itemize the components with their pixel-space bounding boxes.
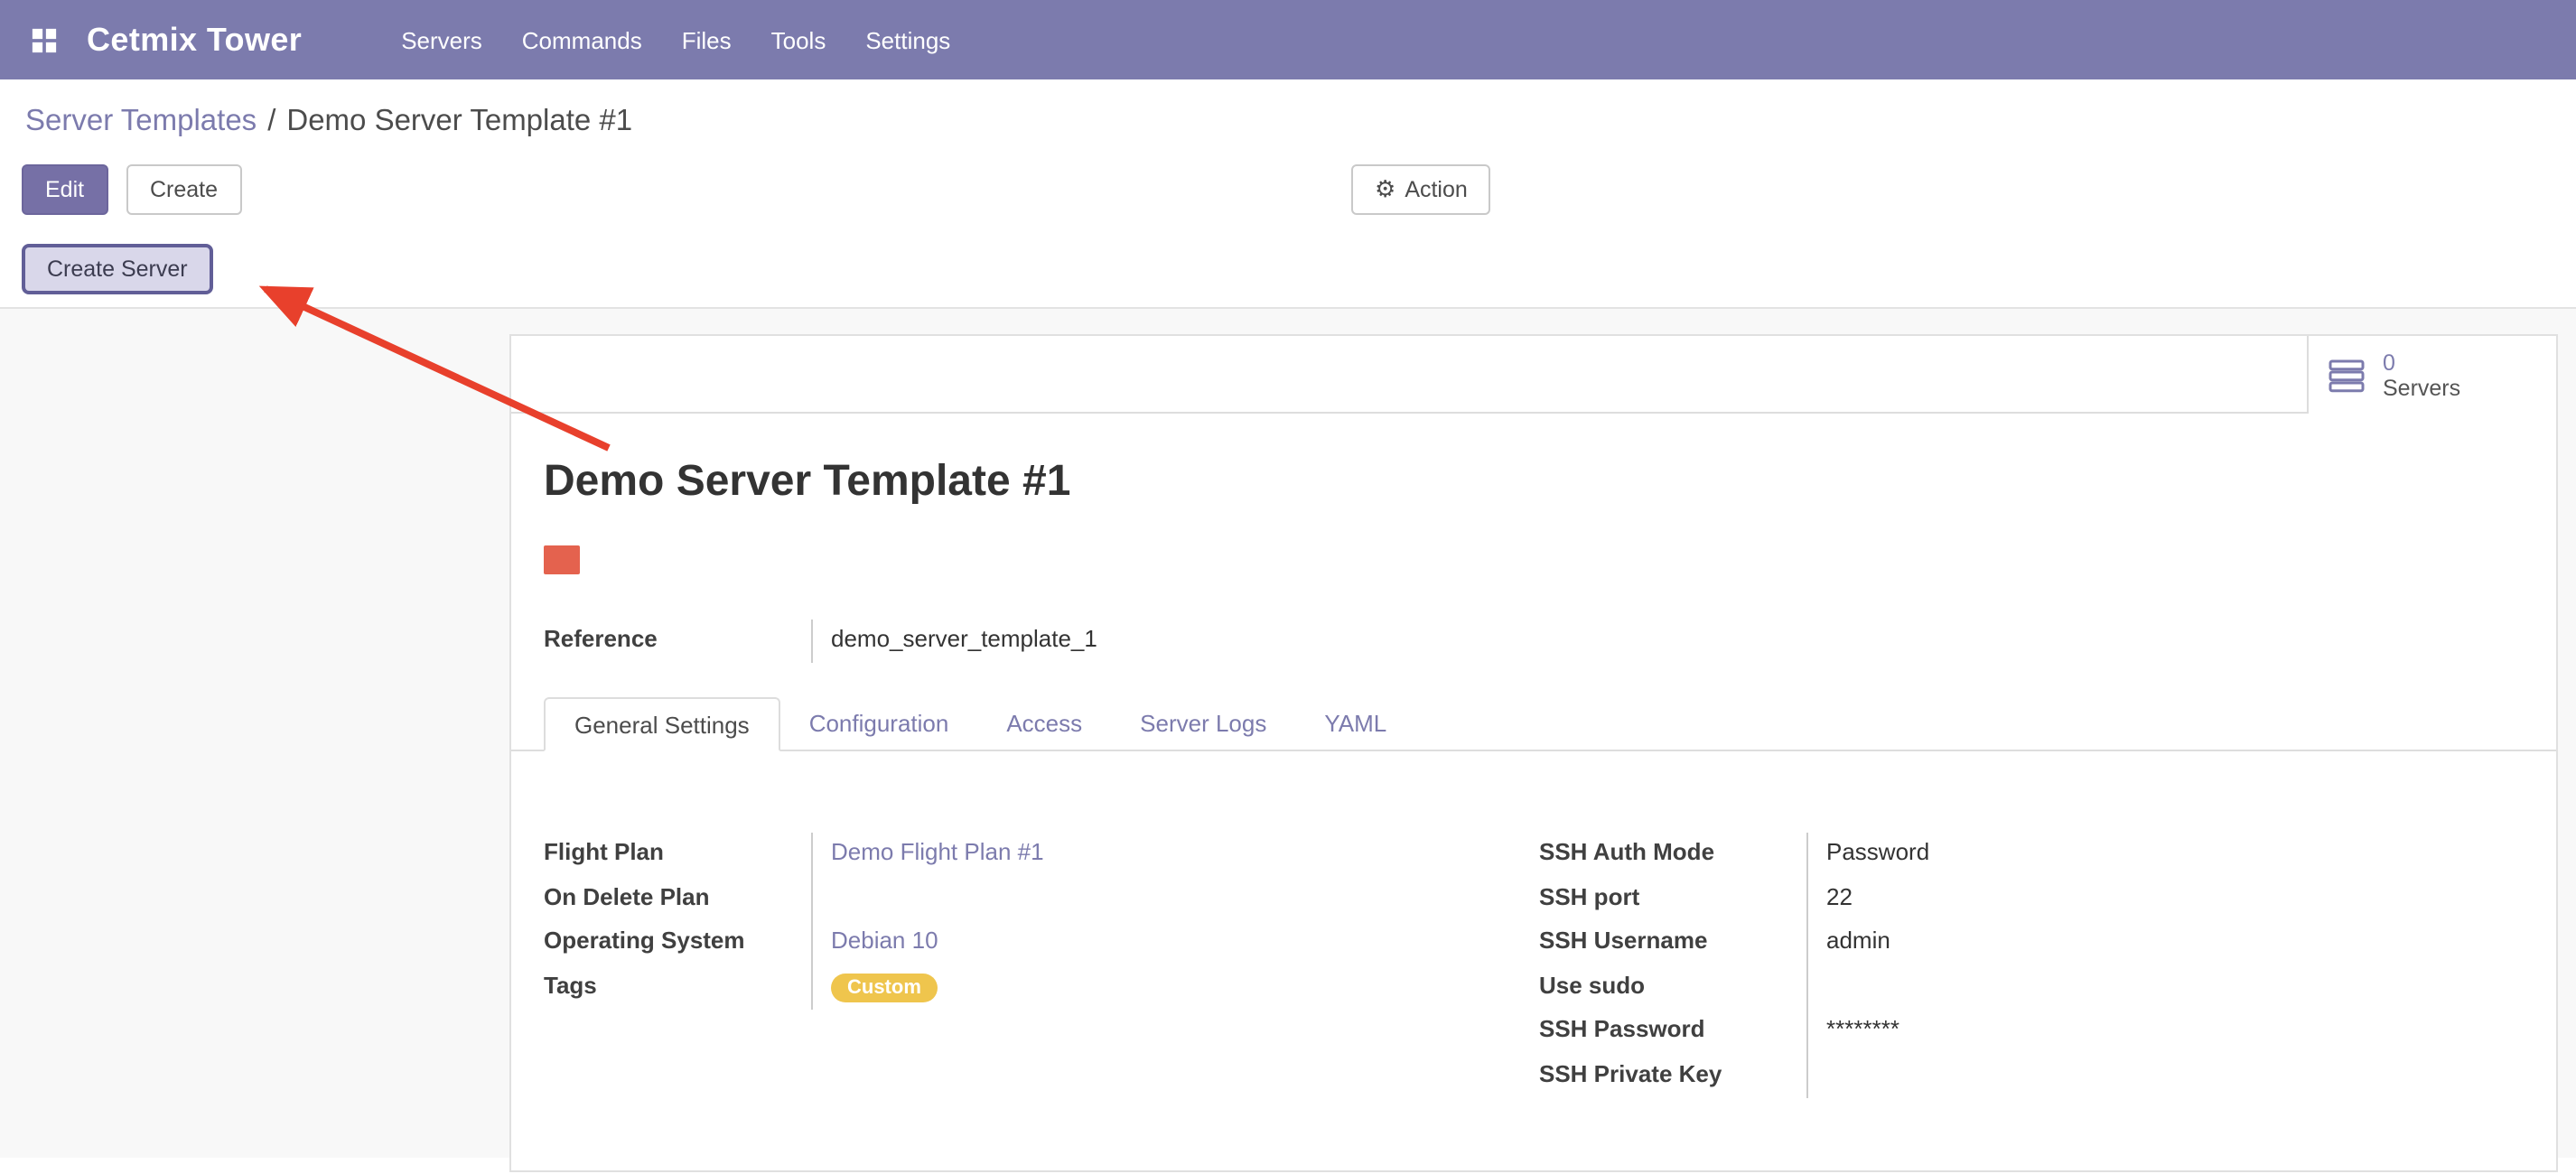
stat-label: Servers	[2383, 375, 2460, 400]
field-use-sudo: Use sudo	[1539, 965, 2524, 1010]
reference-field: Reference demo_server_template_1	[544, 620, 2524, 663]
app-window: Cetmix Tower Servers Commands Files Tool…	[0, 0, 2576, 1174]
content-area: 0 Servers Demo Server Template #1 Refere…	[0, 309, 2576, 1158]
tag-badge[interactable]: Custom	[831, 973, 938, 1002]
field-ssh-port: SSH port 22	[1539, 877, 2524, 921]
field-groups: Flight Plan Demo Flight Plan #1 On Delet…	[544, 833, 2524, 1170]
tab-general-settings[interactable]: General Settings	[544, 697, 780, 751]
field-label: Tags	[544, 965, 811, 1010]
ssh-username-value: admin	[1806, 921, 2524, 965]
action-button[interactable]: ⚙ Action	[1351, 164, 1491, 215]
tab-server-logs[interactable]: Server Logs	[1111, 697, 1295, 751]
stat-button-box: 0 Servers	[511, 336, 2556, 414]
gear-icon: ⚙	[1375, 175, 1395, 202]
field-label: SSH Username	[1539, 921, 1806, 965]
field-group-right: SSH Auth Mode Password SSH port 22 SSH U…	[1539, 833, 2524, 1098]
top-navbar: Cetmix Tower Servers Commands Files Tool…	[0, 0, 2576, 79]
field-ssh-auth-mode: SSH Auth Mode Password	[1539, 833, 2524, 877]
tab-yaml[interactable]: YAML	[1295, 697, 1415, 751]
field-label: SSH port	[1539, 877, 1806, 921]
field-operating-system: Operating System Debian 10	[544, 921, 1528, 965]
control-panel: Server Templates / Demo Server Template #1…	[0, 79, 2576, 309]
edit-button[interactable]: Edit	[22, 164, 107, 215]
tab-access[interactable]: Access	[977, 697, 1111, 751]
empty-value	[811, 877, 1528, 921]
menu-item-settings[interactable]: Settings	[845, 3, 970, 77]
servers-stat-button[interactable]: 0 Servers	[2307, 336, 2556, 414]
field-flight-plan: Flight Plan Demo Flight Plan #1	[544, 833, 1528, 877]
field-label: SSH Auth Mode	[1539, 833, 1806, 877]
field-ssh-private-key: SSH Private Key	[1539, 1054, 2524, 1098]
create-server-button[interactable]: Create Server	[22, 244, 213, 294]
main-menu: Servers Commands Files Tools Settings	[381, 3, 970, 77]
operating-system-link[interactable]: Debian 10	[831, 927, 938, 954]
menu-item-commands[interactable]: Commands	[502, 3, 662, 77]
breadcrumb-separator: /	[267, 105, 275, 137]
breadcrumb: Server Templates / Demo Server Template #1	[0, 79, 2576, 141]
flight-plan-link[interactable]: Demo Flight Plan #1	[831, 838, 1044, 865]
field-group-left: Flight Plan Demo Flight Plan #1 On Delet…	[544, 833, 1528, 1098]
record-title: Demo Server Template #1	[544, 459, 2556, 506]
tab-configuration[interactable]: Configuration	[780, 697, 978, 751]
field-label: Operating System	[544, 921, 811, 965]
menu-item-tools[interactable]: Tools	[751, 3, 846, 77]
brand-title[interactable]: Cetmix Tower	[87, 21, 302, 59]
reference-label: Reference	[544, 620, 811, 663]
servers-stat-icon	[2327, 355, 2366, 395]
ssh-port-value: 22	[1806, 877, 2524, 921]
field-label: Use sudo	[1539, 965, 1806, 1010]
breadcrumb-current: Demo Server Template #1	[286, 105, 632, 137]
breadcrumb-parent-link[interactable]: Server Templates	[25, 105, 257, 137]
ssh-auth-mode-value: Password	[1806, 833, 2524, 877]
header-button-row: Create Server	[0, 244, 2576, 307]
field-label: SSH Private Key	[1539, 1054, 1806, 1098]
field-ssh-username: SSH Username admin	[1539, 921, 2524, 965]
apps-grid-icon[interactable]	[22, 18, 65, 61]
field-label: On Delete Plan	[544, 877, 811, 921]
form-sheet: 0 Servers Demo Server Template #1 Refere…	[509, 334, 2558, 1172]
field-ssh-password: SSH Password ********	[1539, 1010, 2524, 1054]
color-swatch[interactable]	[544, 545, 580, 574]
notebook-tabs: General Settings Configuration Access Se…	[511, 697, 2556, 751]
field-tags: Tags Custom	[544, 965, 1528, 1010]
action-button-label: Action	[1405, 177, 1468, 202]
menu-item-files[interactable]: Files	[662, 3, 751, 77]
create-button[interactable]: Create	[126, 164, 241, 215]
reference-value: demo_server_template_1	[811, 620, 2524, 663]
ssh-private-key-value	[1806, 1054, 2524, 1098]
field-label: SSH Password	[1539, 1010, 1806, 1054]
control-panel-buttons: Edit Create ⚙ Action	[0, 164, 2576, 215]
field-on-delete-plan: On Delete Plan	[544, 877, 1528, 921]
use-sudo-value	[1806, 965, 2524, 1010]
field-label: Flight Plan	[544, 833, 811, 877]
ssh-password-value: ********	[1806, 1010, 2524, 1054]
menu-item-servers[interactable]: Servers	[381, 3, 502, 77]
stat-value: 0	[2383, 349, 2460, 375]
